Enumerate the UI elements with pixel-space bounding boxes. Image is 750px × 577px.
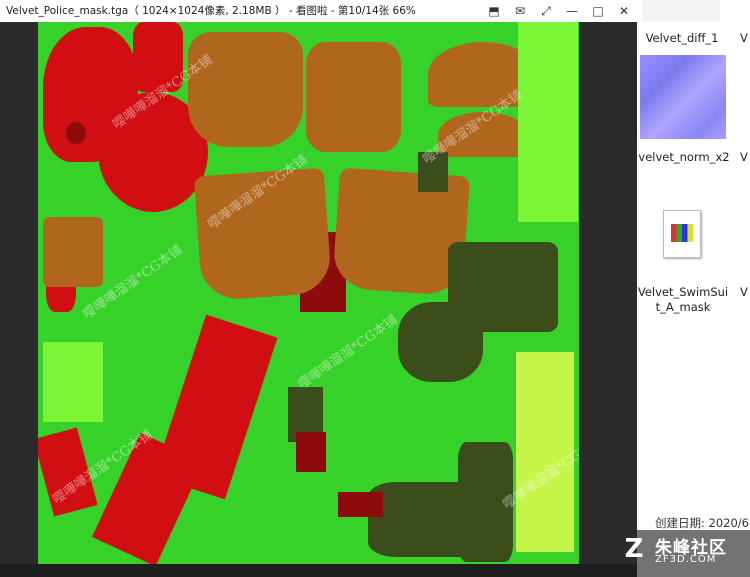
chat-icon[interactable]: ✉	[507, 0, 533, 22]
watermark: 嘤嘩嘩溜溜*CG本铺	[295, 312, 401, 393]
close-icon[interactable]: ✕	[611, 0, 637, 22]
file-thumbnail-norm[interactable]	[640, 55, 726, 139]
texture-region	[518, 22, 578, 222]
file-label-diff[interactable]: Velvet_diff_1	[637, 31, 727, 46]
texture-region	[306, 42, 401, 152]
partial-file-label: V	[740, 285, 748, 299]
partial-file-label: V	[740, 150, 748, 164]
file-thumbnail-diff[interactable]	[642, 0, 720, 22]
texture-region	[448, 242, 558, 332]
maximize-icon[interactable]: □	[585, 0, 611, 22]
texture-image: 嘤嘩嘩溜溜*CG本铺 嘤嘩嘩溜溜*CG本铺 嘤嘩嘩溜溜*CG本铺 嘤嘩嘩溜溜*C…	[38, 22, 579, 564]
file-icon-swimsuit[interactable]	[663, 210, 701, 258]
file-created-date: 创建日期: 2020/6	[655, 516, 749, 530]
file-label-swimsuit-1[interactable]: Velvet_SwimSui	[637, 285, 729, 300]
image-viewer: Velvet_Police_mask.tga（ 1024×1024像素, 2.1…	[0, 0, 637, 577]
site-watermark-logo: Z 朱峰社区 ZF3D.COM	[625, 530, 750, 577]
title-bar: Velvet_Police_mask.tga（ 1024×1024像素, 2.1…	[0, 0, 637, 22]
texture-region	[43, 217, 103, 287]
zf3d-logo-icon: Z	[624, 534, 644, 564]
texture-region	[66, 122, 86, 144]
minimize-icon[interactable]: —	[559, 0, 585, 22]
viewer-bottom-bar	[0, 564, 637, 577]
image-file-icon	[671, 224, 693, 242]
pin-icon[interactable]: ⬒	[481, 0, 507, 22]
title-bar-buttons: ⬒ ✉ ⤢ — □ ✕	[481, 0, 637, 22]
texture-region	[296, 432, 326, 472]
file-explorer: Velvet_diff_1 V velvet_norm_x2 V Velvet_…	[637, 0, 750, 577]
brand-url: ZF3D.COM	[655, 554, 717, 565]
texture-region	[43, 342, 103, 422]
file-label-swimsuit-2[interactable]: t_A_mask	[637, 300, 729, 315]
partial-file-label: V	[740, 31, 748, 45]
fullscreen-icon[interactable]: ⤢	[533, 0, 559, 22]
texture-region	[338, 492, 383, 517]
file-label-norm[interactable]: velvet_norm_x2	[634, 150, 734, 165]
texture-region	[188, 32, 303, 147]
window-title: Velvet_Police_mask.tga（ 1024×1024像素, 2.1…	[6, 5, 416, 17]
